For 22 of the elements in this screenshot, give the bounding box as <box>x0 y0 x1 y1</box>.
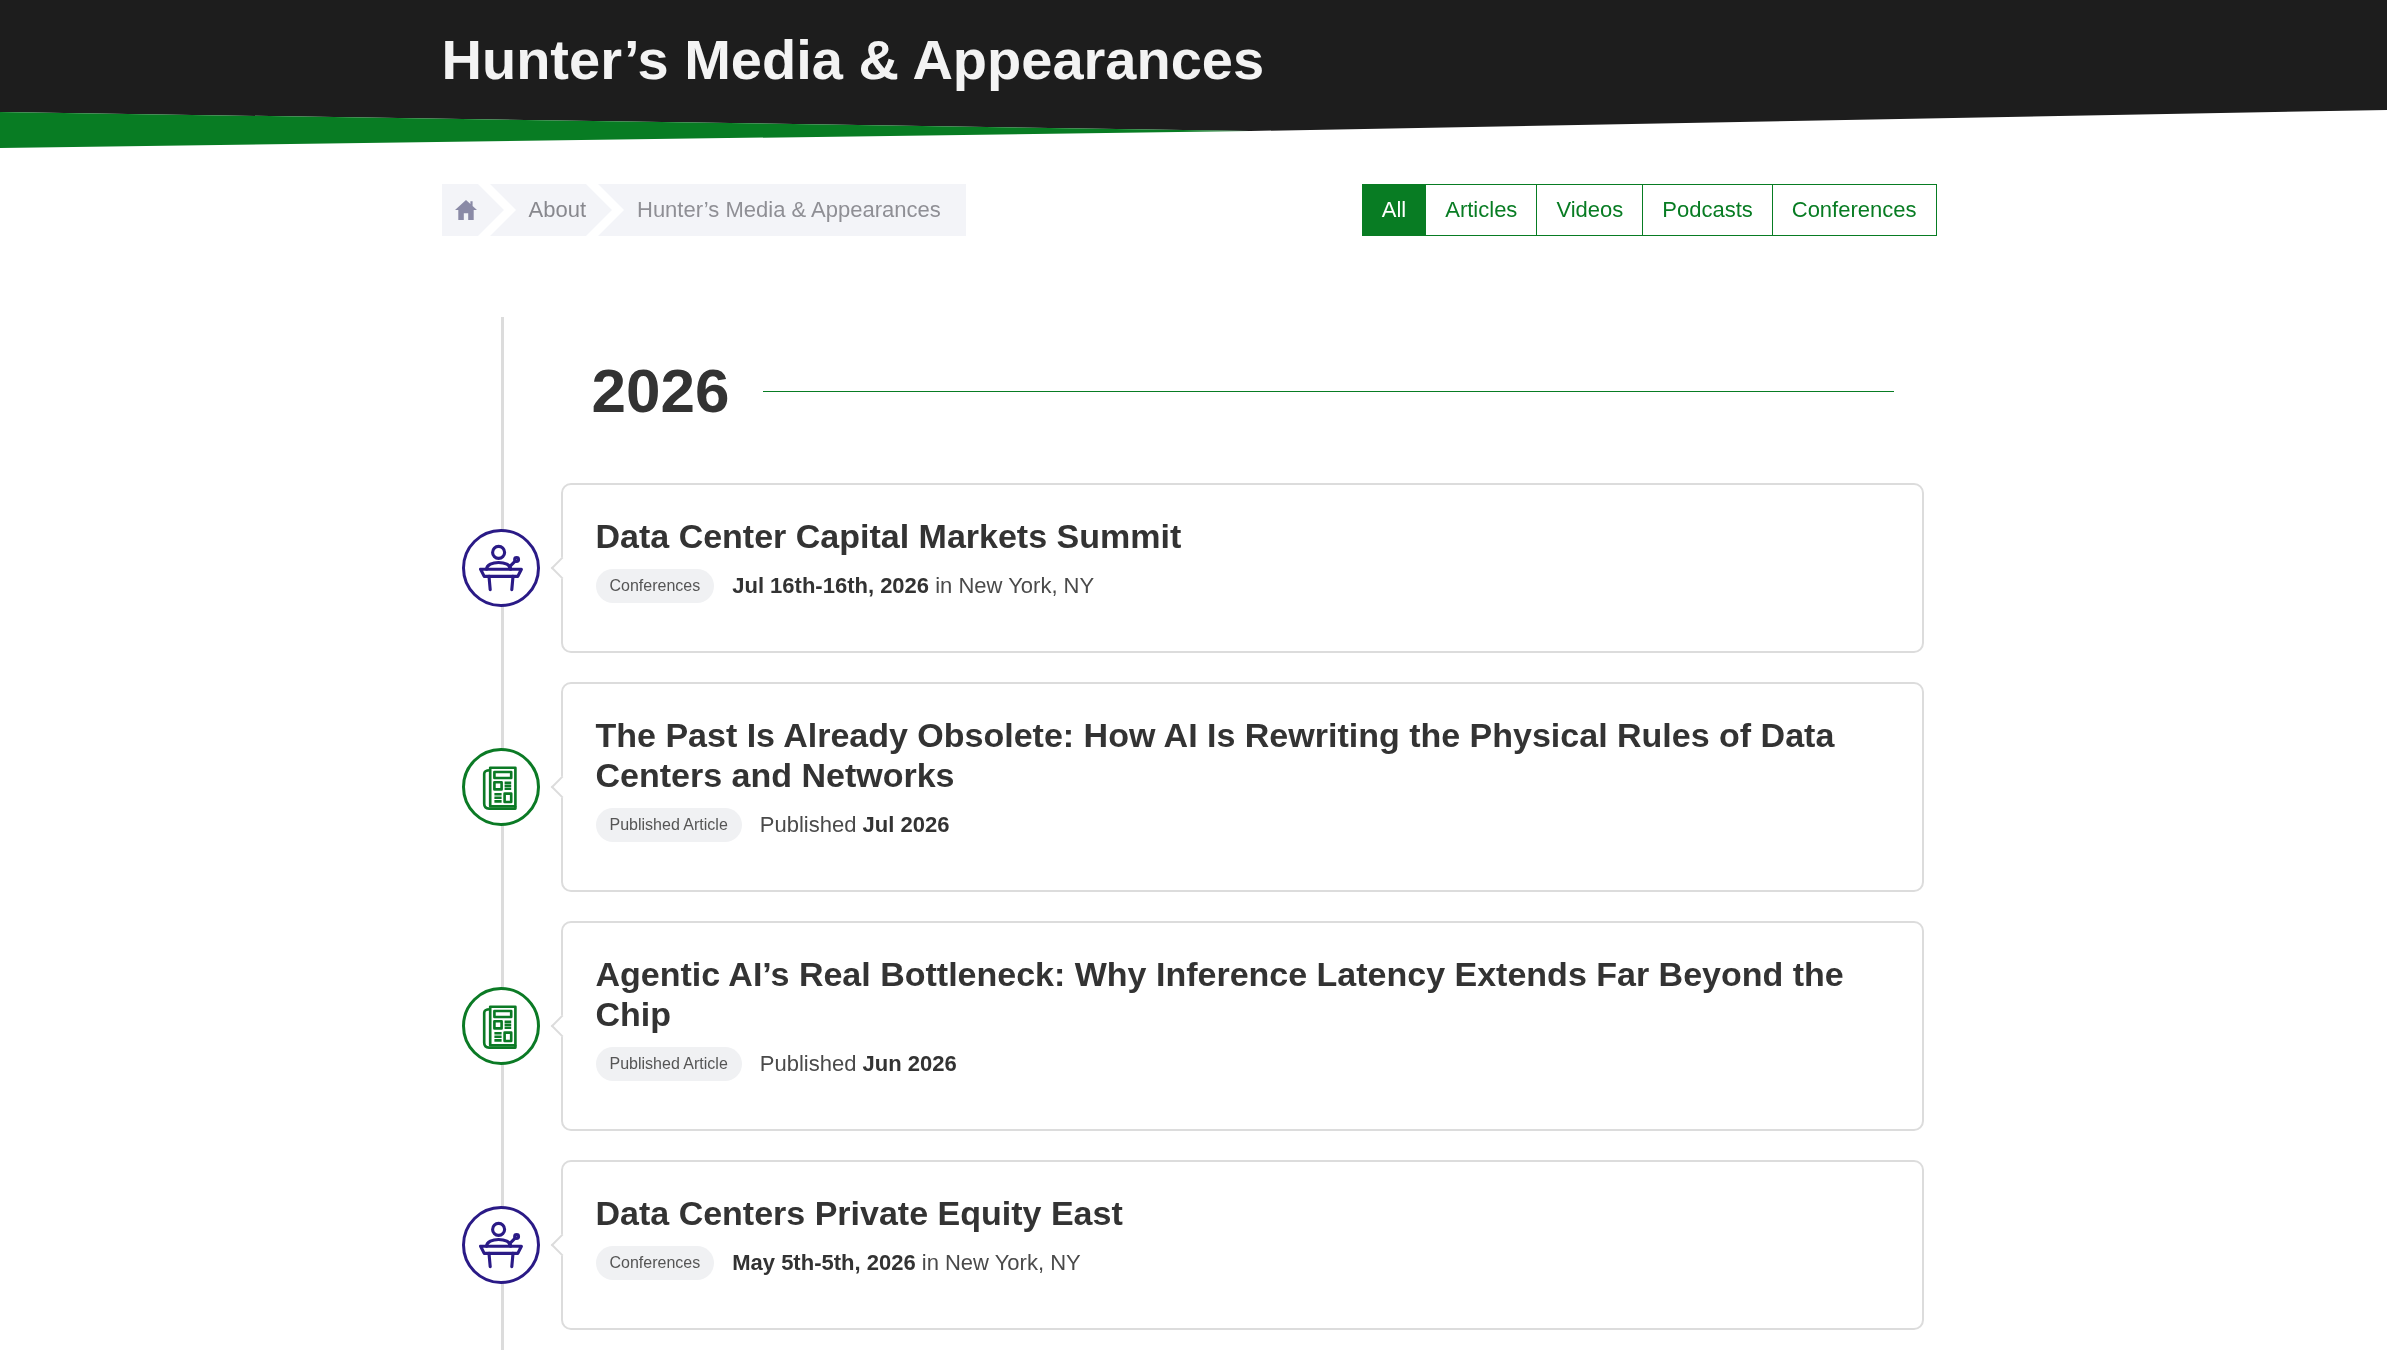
filter-tab[interactable]: Podcasts <box>1642 184 1773 236</box>
page-title: Hunter’s Media & Appearances <box>441 27 1265 93</box>
entry-meta: Jul 16th-16th, 2026 in New York, NY <box>732 573 1095 599</box>
filter-tab[interactable]: Articles <box>1425 184 1538 236</box>
category-tag: Conferences <box>595 1246 715 1280</box>
category-tag: Conferences <box>595 569 715 603</box>
entry-title: Agentic AI’s Real Bottleneck: Why Inference Latency Extends Far Beyond the Chip <box>595 954 1845 1034</box>
entry-title: Data Center Capital Markets Summit <box>595 516 1183 556</box>
breadcrumb-current-page: Hunter’s Media & Appearances <box>637 197 941 223</box>
home-icon[interactable] <box>454 199 477 221</box>
entry-meta: Published Jul 2026 <box>759 812 950 838</box>
entry-meta: May 5th-5th, 2026 in New York, NY <box>732 1250 1081 1276</box>
entry-title: Data Centers Private Equity East <box>595 1193 1124 1233</box>
breadcrumb-link[interactable]: About <box>528 197 586 223</box>
filter-tab[interactable]: Conferences <box>1771 184 1937 236</box>
filter-tab[interactable]: All <box>1361 184 1427 236</box>
entry-meta: Published Jun 2026 <box>759 1051 957 1077</box>
category-tag: Published Article <box>595 1047 742 1081</box>
filter-tab[interactable]: Videos <box>1536 184 1644 236</box>
year-heading: 2026 <box>591 357 730 425</box>
category-tag: Published Article <box>595 808 742 842</box>
entry-title: The Past Is Already Obsolete: How AI Is Rewriting the Physical Rules of Data Centers and Networks <box>595 715 1836 795</box>
